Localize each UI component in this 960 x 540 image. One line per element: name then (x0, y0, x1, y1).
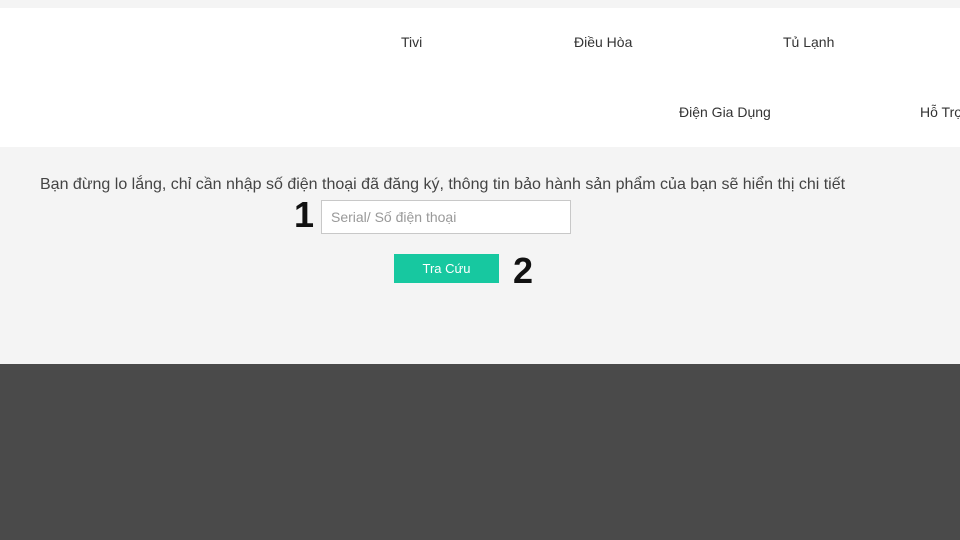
step-2-marker: 2 (513, 250, 534, 291)
nav-item-tu-lanh[interactable]: Tủ Lạnh (783, 34, 834, 50)
footer (0, 364, 960, 540)
nav-item-dien-gia-dung[interactable]: Điện Gia Dụng (679, 104, 771, 120)
main-navigation: Tivi Điều Hòa Tủ Lạnh Điện Gia Dụng Hỗ T… (0, 8, 960, 147)
warranty-lookup-section: Bạn đừng lo lắng, chỉ cần nhập số điện t… (0, 147, 960, 364)
step-1-marker: 1 (294, 194, 315, 235)
nav-item-ho-tro[interactable]: Hỗ Trợ (920, 104, 960, 120)
top-strip (0, 0, 960, 8)
lookup-button[interactable]: Tra Cứu (394, 254, 499, 283)
nav-item-tivi[interactable]: Tivi (401, 34, 422, 50)
lookup-instruction: Bạn đừng lo lắng, chỉ cần nhập số điện t… (40, 176, 846, 193)
serial-phone-input[interactable] (321, 200, 571, 234)
nav-item-dieu-hoa[interactable]: Điều Hòa (574, 34, 632, 50)
